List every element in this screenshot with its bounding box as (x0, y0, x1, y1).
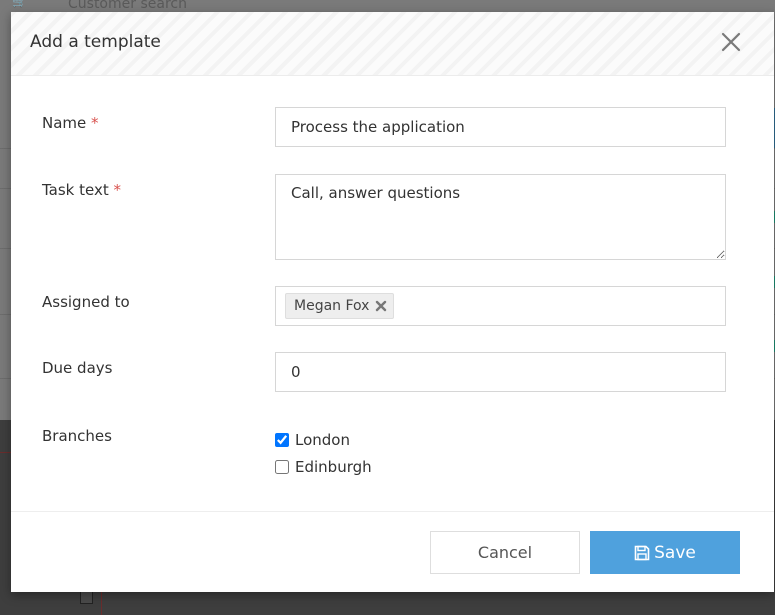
assignee-tag: Megan Fox (285, 293, 395, 319)
required-mark: * (91, 114, 99, 132)
cancel-button-label: Cancel (477, 543, 533, 562)
cart-icon: 🛒 (12, 0, 27, 8)
branch-option-london[interactable]: London (275, 431, 350, 449)
customer-search-label: Customer search (68, 0, 187, 12)
branch-option-edinburgh[interactable]: Edinburgh (275, 458, 372, 476)
branch-option-label: Edinburgh (295, 458, 372, 476)
task-text-label: Task text * (42, 181, 121, 199)
branches-label: Branches (42, 427, 112, 445)
assigned-to-label: Assigned to (42, 293, 130, 311)
name-label-text: Name (42, 114, 87, 132)
close-button[interactable] (719, 30, 743, 54)
dialog-footer: Cancel Save (11, 511, 774, 593)
name-input[interactable] (275, 107, 726, 147)
cancel-button[interactable]: Cancel (430, 531, 580, 574)
save-button[interactable]: Save (590, 531, 740, 574)
close-icon (721, 32, 741, 52)
add-template-dialog: Add a template Name * Task text * Call, … (11, 12, 774, 592)
task-text-label-text: Task text (42, 181, 109, 199)
save-button-label: Save (654, 542, 696, 563)
dialog-header: Add a template (11, 12, 774, 76)
task-text-input[interactable]: Call, answer questions (275, 174, 726, 260)
due-days-input[interactable] (275, 352, 726, 392)
due-days-label: Due days (42, 359, 113, 377)
branch-checkbox-london[interactable] (275, 433, 289, 447)
branch-checkbox-edinburgh[interactable] (275, 460, 289, 474)
remove-tag-icon[interactable] (375, 300, 387, 312)
branch-option-label: London (295, 431, 350, 449)
assignee-tag-label: Megan Fox (294, 298, 370, 314)
required-mark: * (113, 181, 122, 199)
assigned-to-input[interactable]: Megan Fox (275, 286, 726, 326)
dialog-title: Add a template (30, 32, 161, 52)
name-label: Name * (42, 114, 99, 132)
floppy-disk-icon (634, 545, 650, 560)
